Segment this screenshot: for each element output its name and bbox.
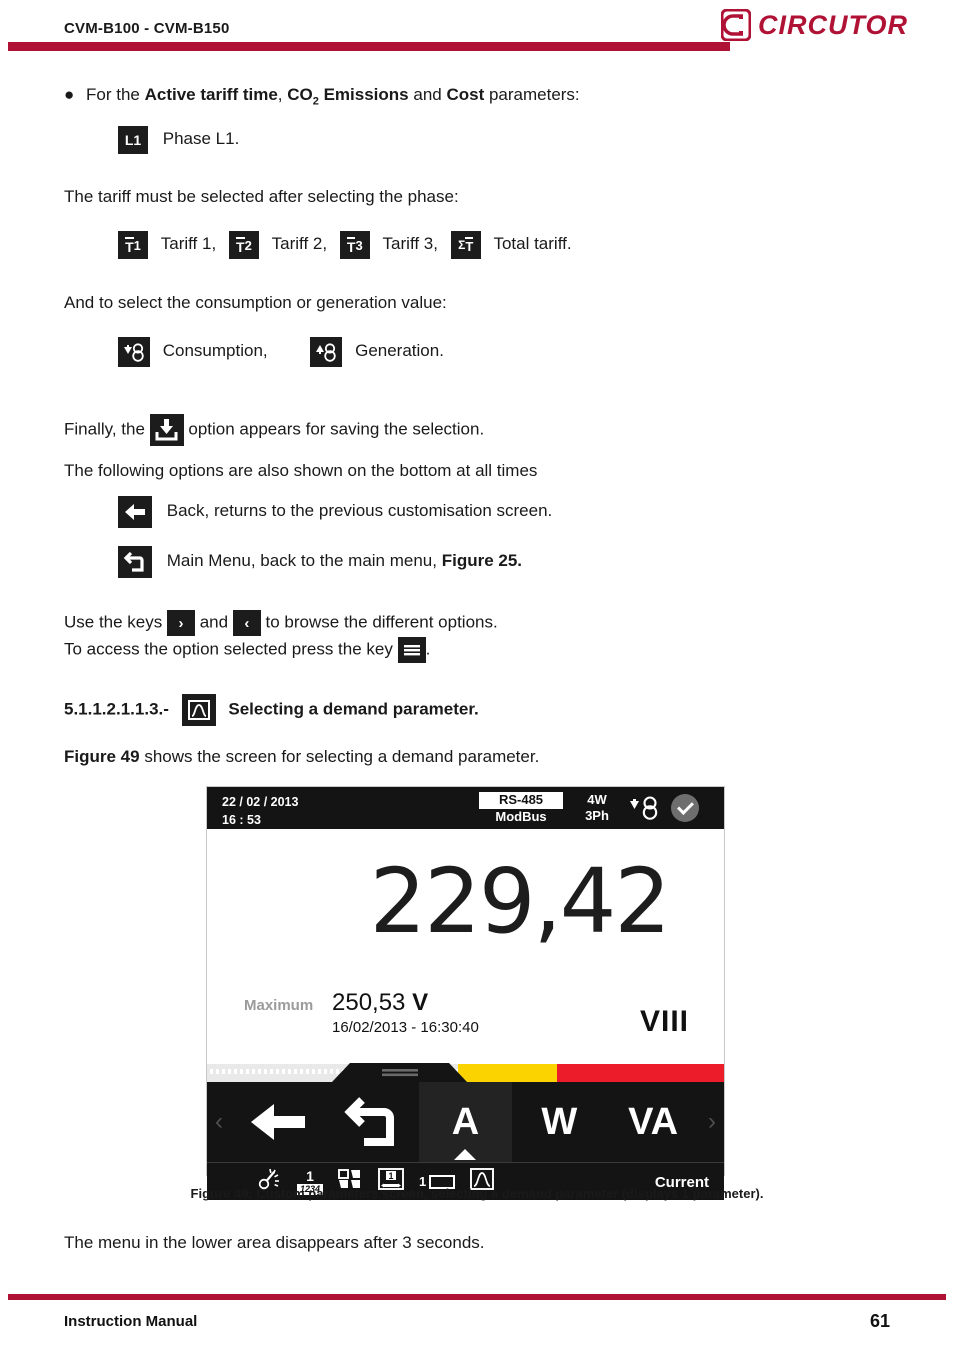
back-arrow-icon bbox=[248, 1099, 308, 1145]
menu-main-menu-button[interactable] bbox=[325, 1082, 419, 1162]
consumption-label: Consumption, bbox=[162, 341, 268, 361]
access-key-line: To access the option selected press the … bbox=[64, 637, 430, 663]
bullet-parameters-line: ● For the Active tariff time, CO2 Emissio… bbox=[64, 85, 580, 108]
menu-next-chevron[interactable]: › bbox=[700, 1108, 724, 1136]
roman-indicator: VIII bbox=[639, 1005, 689, 1038]
device-screen-figure: 22 / 02 / 2013 16 : 53 RS-485 ModBus 4W … bbox=[206, 786, 725, 1200]
svg-text:1: 1 bbox=[389, 1171, 394, 1181]
prev-key-icon[interactable]: ‹ bbox=[232, 610, 261, 636]
back-option-row: Back, returns to the previous customisat… bbox=[118, 496, 552, 528]
main-menu-icon bbox=[344, 1096, 400, 1148]
menu-back-button[interactable] bbox=[231, 1082, 325, 1162]
status-wires: 4W bbox=[587, 792, 607, 807]
menu-watts-label: W bbox=[541, 1100, 578, 1143]
device-status-bar: 22 / 02 / 2013 16 : 53 RS-485 ModBus 4W … bbox=[207, 787, 724, 829]
generation-icon[interactable] bbox=[310, 337, 343, 367]
circutor-logo: CIRCUTOR bbox=[720, 8, 908, 42]
tariff-intro-text: The tariff must be selected after select… bbox=[64, 187, 459, 206]
section-title: Selecting a demand parameter. bbox=[228, 699, 479, 719]
cost-term: Cost bbox=[446, 85, 485, 104]
tariff-3-icon[interactable]: T3 bbox=[339, 231, 370, 259]
brand-wordmark: CIRCUTOR bbox=[757, 9, 908, 40]
tariff-1-label: Tariff 1, bbox=[160, 234, 217, 254]
browse-keys-line: Use the keys › and ‹ to browse the diffe… bbox=[64, 610, 498, 636]
status-comm-interface: RS-485 bbox=[479, 792, 563, 809]
page-header: CVM-B100 - CVM-B150 CIRCUTOR bbox=[0, 0, 954, 56]
total-tariff-label: Total tariff. bbox=[493, 234, 572, 254]
back-arrow-icon[interactable] bbox=[118, 496, 152, 528]
bullet-dot: ● bbox=[64, 85, 75, 104]
consumption-icon[interactable] bbox=[118, 337, 150, 367]
menu-selected-caret bbox=[454, 1149, 477, 1160]
maximum-value: 250,53 V bbox=[332, 989, 429, 1016]
device-main-readout: 229,42 Maximum 250,53 V 16/02/2013 - 16:… bbox=[207, 829, 724, 1064]
tariff-3-label: Tariff 3, bbox=[382, 234, 438, 254]
maximum-unit: V bbox=[412, 989, 429, 1016]
save-icon[interactable] bbox=[149, 414, 184, 446]
menu-va-button[interactable]: VA bbox=[606, 1082, 700, 1162]
tariff-2-icon[interactable]: T2 bbox=[228, 231, 259, 259]
status-phases: 3Ph bbox=[585, 808, 609, 824]
scale-bar-yellow bbox=[458, 1064, 557, 1082]
active-tariff-time-term: Active tariff time bbox=[144, 85, 278, 104]
figure-49-ref: Figure 49 bbox=[64, 747, 140, 766]
maximum-label: Maximum bbox=[244, 997, 314, 1014]
header-divider bbox=[8, 42, 730, 51]
main-menu-option-row: Main Menu, back to the main menu, Figure… bbox=[118, 546, 522, 578]
menu-amps-label: A bbox=[451, 1100, 480, 1143]
main-menu-option-label: Main Menu, back to the main menu, Figure… bbox=[166, 551, 523, 571]
status-date: 22 / 02 / 2013 bbox=[222, 795, 299, 809]
counter-top-number: 1 bbox=[306, 1167, 314, 1184]
footer-document-title: Instruction Manual bbox=[64, 1313, 198, 1330]
status-time: 16 : 53 bbox=[222, 813, 261, 828]
emissions-term: Emissions bbox=[318, 85, 409, 104]
next-key-icon[interactable]: › bbox=[167, 610, 195, 636]
consumption-intro-text: And to select the consumption or generat… bbox=[64, 293, 447, 312]
phase-l1-icon[interactable]: L1 bbox=[118, 126, 148, 154]
closing-note: The menu in the lower area disappears af… bbox=[64, 1233, 485, 1252]
main-menu-icon[interactable] bbox=[118, 546, 152, 578]
figure-49-reference: Figure 49 shows the screen for selecting… bbox=[64, 747, 540, 766]
scale-bar-handle[interactable] bbox=[332, 1061, 467, 1082]
status-consumption-icon bbox=[628, 794, 662, 825]
menu-amps-button[interactable]: A bbox=[418, 1082, 513, 1162]
section-number: 5.1.1.2.1.1.3.- bbox=[64, 699, 169, 719]
circutor-mark-icon bbox=[720, 8, 752, 42]
co2-term: CO bbox=[287, 85, 313, 104]
status-comm-protocol: ModBus bbox=[495, 808, 547, 824]
menu-watts-button[interactable]: W bbox=[512, 1082, 606, 1162]
save-option-line: Finally, the option appears for saving t… bbox=[64, 414, 484, 446]
menu-key-icon[interactable] bbox=[397, 637, 426, 663]
status-datetime: 22 / 02 / 2013 16 : 53 bbox=[222, 793, 298, 829]
menu-va-label: VA bbox=[628, 1100, 679, 1143]
demand-curve-icon bbox=[181, 694, 216, 726]
generation-label: Generation. bbox=[355, 341, 444, 361]
phase-l1-label: Phase L1. bbox=[162, 129, 240, 149]
tariff-2-label: Tariff 2, bbox=[271, 234, 328, 254]
bottom-options-intro: The following options are also shown on … bbox=[64, 461, 538, 480]
scale-bar-red bbox=[557, 1064, 724, 1082]
back-option-label: Back, returns to the previous customisat… bbox=[166, 501, 553, 521]
total-tariff-icon[interactable]: ΣT bbox=[450, 231, 481, 259]
footer-divider bbox=[8, 1294, 946, 1300]
figure-caption: Figure 49: Custom parameters screen, sel… bbox=[190, 1186, 764, 1201]
device-menu-bar: ‹ A W VA › bbox=[207, 1082, 724, 1162]
menu-prev-chevron[interactable]: ‹ bbox=[207, 1108, 231, 1136]
primary-value: 229,42 bbox=[369, 849, 671, 953]
footer-page-number: 61 bbox=[869, 1311, 890, 1331]
tariff-1-icon[interactable]: T1 bbox=[118, 231, 148, 259]
device-scale-bar[interactable] bbox=[207, 1061, 724, 1082]
status-communication: RS-485 ModBus bbox=[479, 792, 563, 825]
status-check-icon bbox=[671, 794, 699, 822]
section-heading: 5.1.1.2.1.1.3.- Selecting a demand param… bbox=[64, 694, 479, 726]
figure-25-ref: Figure 25. bbox=[441, 551, 523, 571]
status-wiring: 4W 3Ph bbox=[579, 792, 615, 825]
maximum-datetime: 16/02/2013 - 16:30:40 bbox=[332, 1019, 479, 1036]
consumption-generation-row: Consumption, Generation. bbox=[118, 337, 444, 367]
page-title: CVM-B100 - CVM-B150 bbox=[64, 20, 230, 37]
phase-l1-line: L1 Phase L1. bbox=[118, 126, 239, 154]
tariff-options-row: T1 Tariff 1, T2 Tariff 2, T3 Tariff 3, Σ… bbox=[118, 231, 572, 259]
